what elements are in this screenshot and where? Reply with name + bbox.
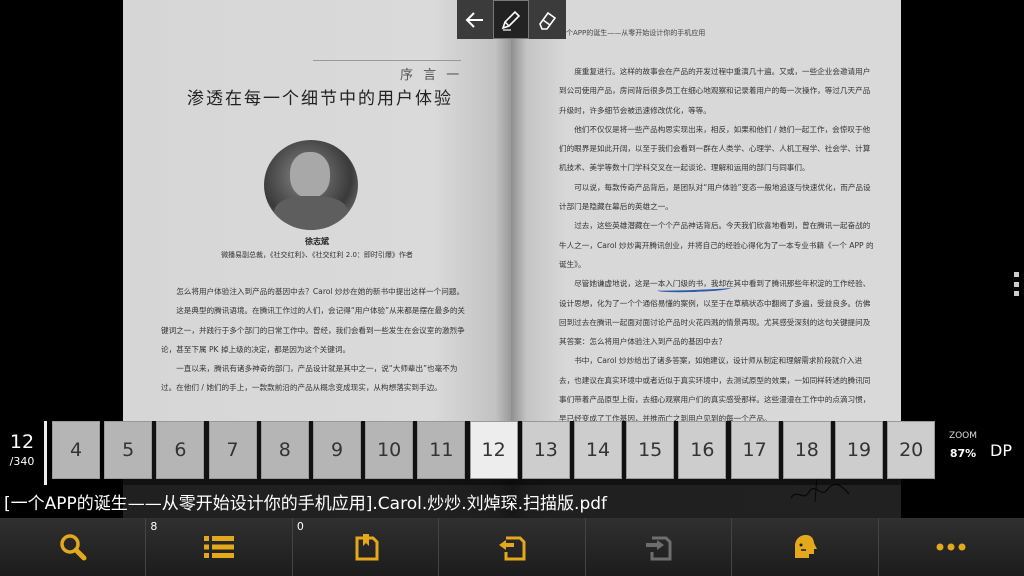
annotation-toolbar [457,0,566,39]
zoom-control[interactable]: ZOOM 87% [944,431,982,460]
current-page-number: 12 [9,431,35,453]
page-thumbnail[interactable]: 15 [626,421,675,479]
author-photo [264,140,358,230]
page-thumbnail[interactable]: 9 [313,421,361,479]
text-to-speech-button[interactable] [732,518,879,576]
left-page-body: 怎么将用户体验注入到产品的基因中去？Carol 炒炒在她的新书中提出这样一个问题… [161,282,471,398]
file-name: [一个APP的诞生——从零开始设计你的手机应用].Carol.炒炒.刘焯琛.扫描… [4,494,608,514]
paragraph: 可以说，每款传奇产品背后，是团队对“用户体验”变态一般地追逐与快速优化，而产品设… [559,182,871,212]
page-thumbnail[interactable]: 13 [521,421,570,479]
filename-bar: [一个APP的诞生——从零开始设计你的手机应用].Carol.炒炒.刘焯琛.扫描… [0,485,1024,518]
toc-count: 8 [150,520,158,533]
paragraph: 一直以来，腾讯有诸多神奇的部门，产品设计就是其中之一，说“大师辈出”也毫不为过。… [161,364,458,393]
zoom-label: ZOOM [948,431,978,441]
page-thumbnail[interactable]: 17 [730,421,779,479]
page-thumbnail[interactable]: 18 [782,421,831,479]
bottom-toolbar: 8 0 [0,518,1024,576]
go-forward-page-icon [646,536,672,561]
pen-icon [501,10,521,31]
page-thumbnail[interactable]: 7 [208,421,257,479]
search-icon [59,534,87,561]
eraser-icon [539,11,557,30]
paragraph: 书中，Carol 炒炒给出了诸多答案，如她建议，设计师从制定和理解需求阶段就介入… [559,356,871,424]
page-thumbnail[interactable]: 5 [104,421,153,479]
go-back-page-button[interactable] [439,518,586,576]
more-options-button[interactable] [879,518,1024,576]
page-thumbnail[interactable]: 4 [52,421,100,479]
paragraph: 怎么将用户体验注入到产品的基因中去？Carol 炒炒在她的新书中提出这样一个问题… [176,287,465,296]
author-title: 微播易副总裁，《社交红利》、《社交红利 2.0：即时引爆》作者 [221,251,413,259]
dot [1013,291,1019,296]
total-pages: /340 [9,455,35,468]
more-icon [936,543,966,551]
arrow-left-icon [465,11,483,28]
zoom-value: 87% [949,447,977,460]
eraser-tool-button[interactable] [529,0,565,39]
page-indicator-divider [44,421,47,485]
pen-tool-button[interactable] [493,0,529,39]
page-thumbnail[interactable]: 20 [887,421,936,479]
preface-rule [313,60,461,61]
author-name: 徐志斌 [305,237,329,246]
page-thumbnail[interactable]: 16 [678,421,727,479]
side-menu-button[interactable] [1012,272,1020,296]
speak-icon [794,535,817,558]
bookmark-icon [355,534,379,561]
dot [1013,281,1019,287]
preface-label: 序 言 一 [400,68,463,83]
running-head: 一个APP的诞生——从零开始设计你的手机应用 [559,29,706,37]
bookmark-count: 0 [296,520,304,533]
go-back-page-icon [498,536,526,561]
chapter-title: 渗透在每一个细节中的用户体验 [187,89,453,109]
dot [1013,272,1019,277]
annotation-back-button[interactable] [457,0,493,39]
view-mode-button[interactable]: DP [990,441,1012,460]
thumbnail-strip: 12 /340 4 5 6 7 8 9 10 11 12 13 14 15 16 17 18 19 20 ZOO… [0,421,1024,485]
list-icon [204,536,235,558]
paragraph: 这是典型的腾讯语境。在腾讯工作过的人们，会记得“用户体验”从来都是摆在最多的关键… [161,306,466,354]
page-thumbnail[interactable]: 14 [574,421,622,479]
page-thumbnail[interactable]: 12 [469,421,518,479]
paragraph: 过去，这些英雄潜藏在一个个产品神话背后。今天我们欣喜地看到，曾在腾讯一起奋战的牛… [559,221,874,269]
paragraph: 他们不仅仅是将一些产品构思实现出来，相反，如果和他们 / 她们一起工作，会惊叹于… [559,124,871,173]
search-button[interactable] [0,518,147,576]
page-thumbnail[interactable]: 6 [156,421,205,479]
page-indicator[interactable]: 12 /340 [0,421,44,485]
bookmarks-button[interactable]: 0 [293,518,440,576]
page-thumbnail[interactable]: 19 [835,421,883,479]
table-of-contents-button[interactable]: 8 [146,518,293,576]
page-thumbnail[interactable]: 11 [417,421,466,479]
go-forward-page-button[interactable] [586,518,733,576]
paragraph: 度重复进行。这样的故事会在产品的开发过程中重演几十遍。又或，一些企业会邀请用户到… [559,67,871,115]
page-thumbnail[interactable]: 10 [365,421,414,479]
right-page-body: 度重复进行。这样的故事会在产品的开发过程中重演几十遍。又或，一些企业会邀请用户到… [559,62,877,429]
page-thumbnail[interactable]: 8 [260,421,309,479]
